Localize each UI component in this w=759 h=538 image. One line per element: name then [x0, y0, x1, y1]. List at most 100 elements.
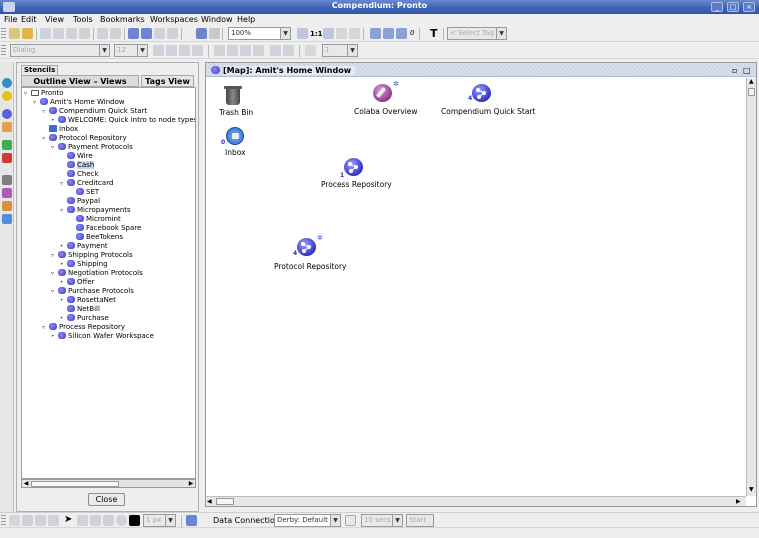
argument-node-icon[interactable]: [2, 214, 12, 224]
tree-item[interactable]: BeeTokens: [69, 233, 123, 242]
pro-node-icon[interactable]: [2, 140, 12, 150]
undo-icon[interactable]: [97, 28, 108, 39]
tree-item[interactable]: ▿ Pronto: [24, 89, 64, 98]
tree-item[interactable]: NetBill: [60, 305, 100, 314]
scroll-right-icon[interactable]: ▶: [187, 480, 195, 487]
format-icon-2[interactable]: [227, 45, 238, 56]
zoom-in-icon[interactable]: [323, 28, 334, 39]
tree-toggle-icon[interactable]: ▿: [42, 323, 49, 332]
tree-item[interactable]: Wire: [60, 152, 93, 161]
tree-item[interactable]: ▿ Payment Protocols: [51, 143, 133, 152]
menu-workspaces[interactable]: Workspaces: [150, 15, 198, 24]
toolbar-grip[interactable]: [1, 28, 6, 40]
tree-toggle-icon[interactable]: ‣: [60, 314, 67, 323]
tree-item[interactable]: ▿ Purchase Protocols: [51, 287, 134, 296]
italic-icon[interactable]: [166, 45, 177, 56]
tree-item[interactable]: ▿ Micropayments: [60, 206, 131, 215]
menu-window[interactable]: Window: [201, 15, 233, 24]
map-horizontal-scrollbar[interactable]: ◀ ▶: [206, 496, 746, 506]
arrange-web-icon[interactable]: [396, 28, 407, 39]
tree-item[interactable]: Check: [60, 170, 99, 179]
format-icon-3[interactable]: [240, 45, 251, 56]
draw-tool-icon[interactable]: [22, 515, 33, 526]
menu-file[interactable]: File: [4, 15, 17, 24]
idea-node-icon[interactable]: [2, 91, 12, 101]
back-icon[interactable]: [128, 28, 139, 39]
maximize-button[interactable]: □: [727, 2, 739, 12]
list-node-icon[interactable]: [2, 122, 12, 132]
paste-icon[interactable]: [66, 28, 77, 39]
scrollbar-thumb[interactable]: [31, 481, 119, 487]
line-style-icon[interactable]: [305, 45, 316, 56]
tree-item[interactable]: ‣ Offer: [60, 278, 95, 287]
tree-toggle-icon[interactable]: ▿: [42, 107, 49, 116]
scroll-right-icon[interactable]: ▶: [736, 498, 741, 505]
image-rollover-icon[interactable]: 0: [410, 29, 414, 37]
zoom-select[interactable]: 100% ▼: [228, 27, 291, 40]
clear-scribble-icon[interactable]: [35, 515, 46, 526]
tree-toggle-icon[interactable]: ▿: [24, 89, 31, 98]
format-icon-5[interactable]: [270, 45, 281, 56]
zoom-fit-icon[interactable]: [336, 28, 347, 39]
open-folder-icon[interactable]: [22, 28, 33, 39]
reference-node-icon[interactable]: [2, 175, 12, 185]
rectangle-tool-icon[interactable]: [103, 515, 114, 526]
tree-toggle-icon[interactable]: ‣: [60, 278, 67, 287]
tree-toggle-icon[interactable]: ▿: [51, 251, 58, 260]
tree-toggle-icon[interactable]: ▿: [33, 98, 40, 107]
close-window-button[interactable]: ×: [743, 2, 755, 12]
square-tool-icon[interactable]: [77, 515, 88, 526]
scroll-left-icon[interactable]: ◀: [22, 480, 30, 487]
menu-view[interactable]: View: [45, 15, 64, 24]
start-button[interactable]: Start: [406, 514, 434, 527]
scrollbar-thumb[interactable]: [216, 498, 234, 505]
refresh-icon[interactable]: [345, 515, 356, 526]
con-node-icon[interactable]: [2, 153, 12, 163]
tree-item[interactable]: SET: [69, 188, 99, 197]
refresh-interval-select[interactable]: 10 secs ▼: [361, 514, 403, 527]
tree-item[interactable]: ▿ Creditcard: [60, 179, 113, 188]
scroll-left-icon[interactable]: ◀: [207, 498, 212, 505]
tree-toggle-icon[interactable]: ▿: [51, 143, 58, 152]
tree-item[interactable]: ▿ Negotiation Protocols: [51, 269, 143, 278]
tree-toggle-icon[interactable]: ‣: [60, 296, 67, 305]
tab-tags-view[interactable]: Tags View: [141, 75, 194, 87]
tree-item[interactable]: ▿ Shipping Protocols: [51, 251, 133, 260]
format-icon-6[interactable]: [283, 45, 294, 56]
redo-icon[interactable]: [110, 28, 121, 39]
tree-toggle-icon[interactable]: ▿: [51, 269, 58, 278]
format-icon-1[interactable]: [214, 45, 225, 56]
scroll-down-icon[interactable]: ▼: [749, 486, 754, 493]
delete-icon[interactable]: [79, 28, 90, 39]
zoom-actual-size-button[interactable]: 1:1: [310, 30, 323, 38]
stencils-tab[interactable]: Stencils: [21, 65, 59, 75]
text-format-icon[interactable]: T: [430, 27, 438, 40]
map-vertical-scrollbar[interactable]: ▲ ▼: [746, 78, 756, 496]
line-tool-icon[interactable]: [90, 515, 101, 526]
text-color-icon[interactable]: [179, 45, 190, 56]
zoom-focus-icon[interactable]: [349, 28, 360, 39]
tree-toggle-icon[interactable]: ▿: [60, 179, 67, 188]
tag-select[interactable]: < Select Tag > ▼: [447, 27, 507, 40]
tree-toggle-icon[interactable]: ▿: [60, 206, 67, 215]
scribble-tool-icon[interactable]: [9, 515, 20, 526]
tree-item[interactable]: Micromint: [69, 215, 121, 224]
tree-toggle-icon[interactable]: ▿: [51, 287, 58, 296]
arrange-left-right-icon[interactable]: [370, 28, 381, 39]
note-node-icon[interactable]: [2, 201, 12, 211]
forward-icon[interactable]: [167, 28, 178, 39]
map-maximize-icon[interactable]: □: [743, 66, 751, 75]
tree-item[interactable]: ‣ Payment: [60, 242, 108, 251]
decision-node-icon[interactable]: [2, 188, 12, 198]
pointer-tool-icon[interactable]: ➤: [64, 514, 72, 525]
new-project-icon[interactable]: [9, 28, 20, 39]
tree-item[interactable]: Paypal: [60, 197, 100, 206]
pen-size-select[interactable]: 1 px ▼: [143, 514, 176, 527]
scrollbar-thumb[interactable]: [748, 88, 755, 96]
data-connection-select[interactable]: Derby: Default ▼: [274, 514, 341, 527]
tree-item[interactable]: Cash: [60, 161, 95, 170]
copy-icon[interactable]: [53, 28, 64, 39]
help-pointer-icon[interactable]: [209, 28, 220, 39]
arrange-top-down-icon[interactable]: [383, 28, 394, 39]
tree-item[interactable]: Facebook Spare: [69, 224, 141, 233]
